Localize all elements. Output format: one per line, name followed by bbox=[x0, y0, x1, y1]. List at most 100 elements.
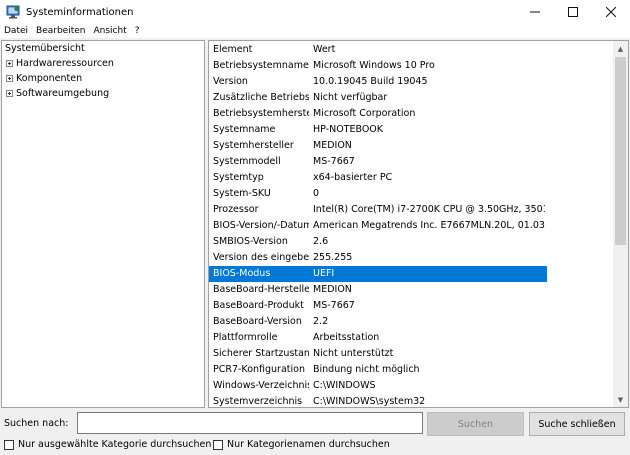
cell-value: 0 bbox=[313, 188, 320, 199]
table-row[interactable]: BaseBoard-Produkt MS-7667 bbox=[209, 298, 614, 314]
cell-element: BIOS-Version/-Datum bbox=[213, 220, 309, 231]
vertical-scrollbar[interactable]: ▲ ▼ bbox=[613, 41, 628, 407]
maximize-icon bbox=[568, 7, 578, 17]
cell-element: SMBIOS-Version bbox=[213, 236, 288, 247]
cell-value: 2.2 bbox=[313, 316, 329, 327]
cell-element: Plattformrolle bbox=[213, 332, 278, 343]
cell-value: x64-basierter PC bbox=[313, 172, 393, 183]
cell-value: MS-7667 bbox=[313, 300, 355, 311]
cell-value: Microsoft Windows 10 Pro bbox=[313, 60, 435, 71]
tree-item-hardwareressourcen[interactable]: Hardwareressourcen bbox=[2, 56, 204, 71]
table-row[interactable]: Sicherer Startzustand Nicht unterstützt bbox=[209, 346, 614, 362]
table-row[interactable]: BIOS-Version/-Datum American Megatrends I… bbox=[209, 218, 614, 234]
expand-icon[interactable] bbox=[6, 75, 13, 82]
table-row[interactable]: Systemname HP-NOTEBOOK bbox=[209, 122, 614, 138]
search-input[interactable] bbox=[77, 412, 423, 434]
cell-element: Version des eingebe... bbox=[213, 252, 309, 263]
close-button[interactable] bbox=[592, 0, 630, 24]
table-row[interactable]: PCR7-Konfiguration Bindung nicht möglich bbox=[209, 362, 614, 378]
cell-element: Systemmodell bbox=[213, 156, 281, 167]
minimize-icon bbox=[530, 11, 540, 13]
cell-element: System-SKU bbox=[213, 188, 271, 199]
expand-icon[interactable] bbox=[6, 90, 13, 97]
table-row[interactable]: Systemverzeichnis C:\WINDOWS\system32 bbox=[209, 394, 614, 407]
cell-value: Bindung nicht möglich bbox=[313, 364, 420, 375]
table-row[interactable]: Betriebsystemherstel... Microsoft Corpora… bbox=[209, 106, 614, 122]
table-row[interactable]: BIOS-Modus UEFI bbox=[209, 266, 614, 282]
cell-value: C:\WINDOWS\system32 bbox=[313, 396, 426, 407]
table-row[interactable]: System-SKU 0 bbox=[209, 186, 614, 202]
table-row[interactable]: Plattformrolle Arbeitsstation bbox=[209, 330, 614, 346]
cell-value: American Megatrends Inc. E7667MLN.20L, 0… bbox=[313, 220, 545, 231]
checkbox-label: Nur Kategorienamen durchsuchen bbox=[227, 439, 390, 450]
tree-item-komponenten[interactable]: Komponenten bbox=[2, 71, 204, 86]
column-header-element[interactable]: Element bbox=[213, 42, 309, 58]
cell-value: 10.0.19045 Build 19045 bbox=[313, 76, 428, 87]
cell-element: Windows-Verzeichnis bbox=[213, 380, 309, 391]
checkbox-box[interactable] bbox=[213, 439, 223, 450]
table-row[interactable]: Systemtyp x64-basierter PC bbox=[209, 170, 614, 186]
search-button[interactable]: Suchen bbox=[427, 412, 524, 436]
menu-bearbeiten[interactable]: Bearbeiten bbox=[32, 26, 89, 36]
table-row[interactable]: Systemhersteller MEDION bbox=[209, 138, 614, 154]
menu-bar: Datei Bearbeiten Ansicht ? bbox=[0, 24, 630, 38]
cell-element: Zusätzliche Betriebs... bbox=[213, 92, 309, 103]
scroll-down-arrow-icon[interactable]: ▼ bbox=[613, 392, 628, 407]
window-title: Systeminformationen bbox=[26, 6, 134, 18]
cell-value: Nicht verfügbar bbox=[313, 92, 388, 103]
tree-item-label: Softwareumgebung bbox=[16, 88, 110, 99]
minimize-button[interactable] bbox=[516, 0, 554, 24]
cell-value: Arbeitsstation bbox=[313, 332, 380, 343]
cell-element: Systemtyp bbox=[213, 172, 264, 183]
close-icon bbox=[606, 7, 616, 17]
tree-item-systemuebersicht[interactable]: Systemübersicht bbox=[2, 41, 204, 56]
cell-element: BaseBoard-Produkt bbox=[213, 300, 304, 311]
search-label: Suchen nach: bbox=[4, 418, 69, 429]
checkbox-box[interactable] bbox=[4, 439, 14, 450]
system-information-icon bbox=[6, 5, 20, 19]
maximize-button[interactable] bbox=[554, 0, 592, 24]
cell-element: BaseBoard-Hersteller bbox=[213, 284, 309, 295]
cell-value: C:\WINDOWS bbox=[313, 380, 376, 391]
cell-element: PCR7-Konfiguration bbox=[213, 364, 305, 375]
scroll-thumb[interactable] bbox=[615, 57, 626, 245]
tree-item-softwareumgebung[interactable]: Softwareumgebung bbox=[2, 86, 204, 101]
title-bar: Systeminformationen bbox=[0, 0, 630, 24]
checkbox-selected-category[interactable]: Nur ausgewählte Kategorie durchsuchen bbox=[4, 439, 211, 450]
scroll-up-arrow-icon[interactable]: ▲ bbox=[613, 41, 628, 56]
table-row[interactable]: BaseBoard-Hersteller MEDION bbox=[209, 282, 614, 298]
cell-element: Systemhersteller bbox=[213, 140, 294, 151]
menu-help[interactable]: ? bbox=[131, 26, 144, 36]
cell-element: BIOS-Modus bbox=[213, 268, 271, 279]
table-row[interactable]: SMBIOS-Version 2.6 bbox=[209, 234, 614, 250]
cell-value: 2.6 bbox=[313, 236, 329, 247]
category-tree: Systemübersicht Hardwareressourcen Kompo… bbox=[1, 40, 205, 408]
list-header: Element Wert bbox=[209, 42, 614, 58]
expand-icon[interactable] bbox=[6, 60, 13, 67]
table-row[interactable]: Zusätzliche Betriebs... Nicht verfügbar bbox=[209, 90, 614, 106]
cell-element: Betriebsystemname bbox=[213, 60, 309, 71]
menu-datei[interactable]: Datei bbox=[0, 26, 32, 36]
cell-value: Intel(R) Core(TM) i7-2700K CPU @ 3.50GHz… bbox=[313, 204, 545, 215]
tree-item-label: Hardwareressourcen bbox=[16, 58, 114, 69]
table-row[interactable]: Version 10.0.19045 Build 19045 bbox=[209, 74, 614, 90]
checkbox-category-names[interactable]: Nur Kategorienamen durchsuchen bbox=[213, 439, 390, 450]
table-row[interactable]: Betriebsystemname Microsoft Windows 10 Pr… bbox=[209, 58, 614, 74]
cell-element: Prozessor bbox=[213, 204, 259, 215]
cell-element: Sicherer Startzustand bbox=[213, 348, 309, 359]
cell-value: Nicht unterstützt bbox=[313, 348, 394, 359]
cell-value: MEDION bbox=[313, 140, 352, 151]
details-list: Element Wert Betriebsystemname Microsoft … bbox=[208, 40, 629, 408]
cell-element: Version bbox=[213, 76, 248, 87]
table-row[interactable]: Systemmodell MS-7667 bbox=[209, 154, 614, 170]
table-row[interactable]: Windows-Verzeichnis C:\WINDOWS bbox=[209, 378, 614, 394]
cell-value: Microsoft Corporation bbox=[313, 108, 416, 119]
cell-value: MEDION bbox=[313, 284, 352, 295]
table-row[interactable]: Prozessor Intel(R) Core(TM) i7-2700K CPU … bbox=[209, 202, 614, 218]
table-row[interactable]: Version des eingebe... 255.255 bbox=[209, 250, 614, 266]
cell-element: BaseBoard-Version bbox=[213, 316, 302, 327]
menu-ansicht[interactable]: Ansicht bbox=[89, 26, 130, 36]
close-search-button[interactable]: Suche schließen bbox=[529, 412, 625, 436]
table-row[interactable]: BaseBoard-Version 2.2 bbox=[209, 314, 614, 330]
column-header-wert[interactable]: Wert bbox=[313, 42, 545, 58]
